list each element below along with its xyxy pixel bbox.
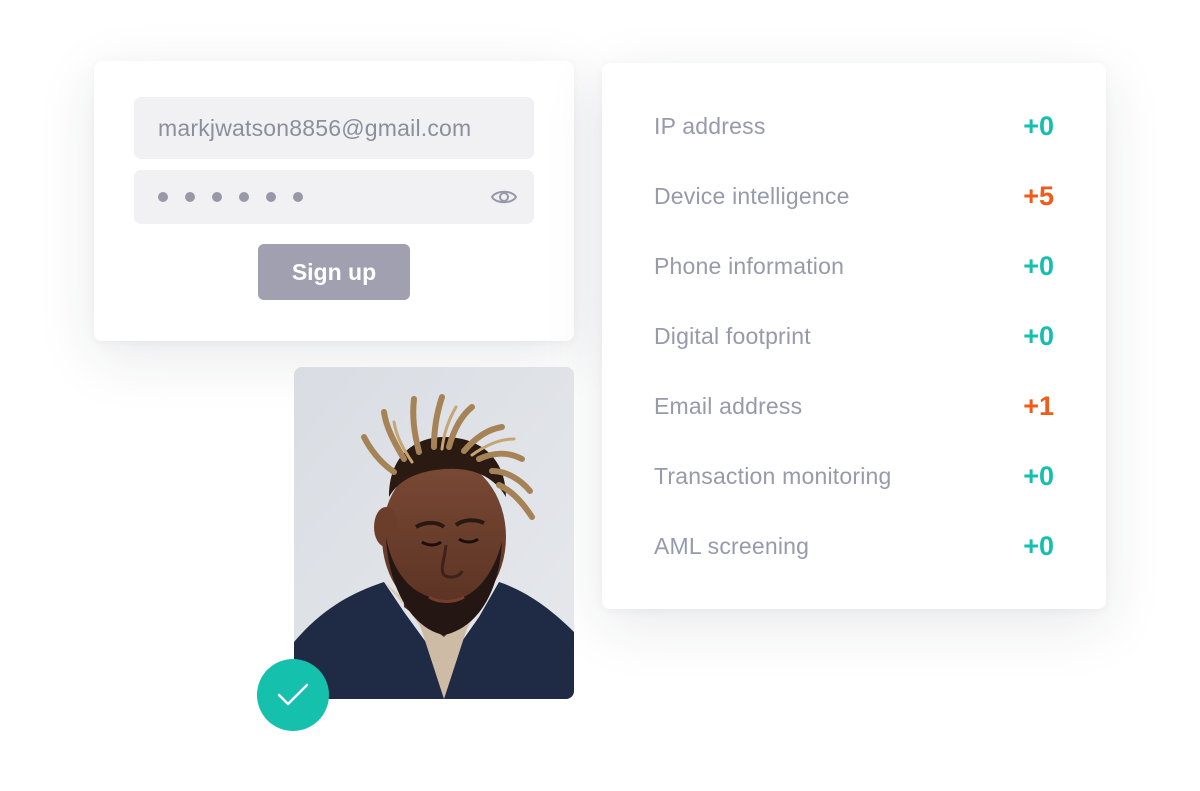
password-field[interactable] (134, 170, 534, 224)
risk-row-transaction-monitoring: Transaction monitoring +0 (654, 456, 1054, 496)
signup-button[interactable]: Sign up (258, 244, 410, 300)
password-dot (266, 192, 276, 202)
risk-label: Transaction monitoring (654, 462, 892, 489)
risk-row-email-address: Email address +1 (654, 386, 1054, 426)
checkmark-icon (277, 683, 309, 706)
email-field[interactable]: markjwatson8856@gmail.com (134, 97, 534, 159)
password-dot (158, 192, 168, 202)
risk-row-ip-address: IP address +0 (654, 106, 1054, 146)
risk-row-digital-footprint: Digital footprint +0 (654, 316, 1054, 356)
password-dot (239, 192, 249, 202)
signup-card: markjwatson8856@gmail.com Sign up (94, 61, 574, 341)
risk-label: Digital footprint (654, 322, 811, 349)
risk-row-phone-information: Phone information +0 (654, 246, 1054, 286)
user-portrait-photo (294, 367, 574, 699)
password-dot (185, 192, 195, 202)
risk-score: +0 (1023, 320, 1054, 351)
risk-label: Phone information (654, 252, 845, 279)
risk-label: Device intelligence (654, 182, 850, 209)
email-value: markjwatson8856@gmail.com (158, 114, 472, 141)
risk-row-device-intelligence: Device intelligence +5 (654, 176, 1054, 216)
risk-score: +5 (1023, 180, 1054, 211)
verification-illustration: markjwatson8856@gmail.com Sign up IP add… (0, 0, 1200, 791)
risk-label: AML screening (654, 532, 810, 559)
password-dot (293, 192, 303, 202)
verified-badge (257, 659, 329, 731)
password-dot (212, 192, 222, 202)
portrait-illustration (294, 367, 574, 699)
eye-icon[interactable] (490, 184, 518, 210)
risk-score: +1 (1023, 390, 1054, 421)
risk-score: +0 (1023, 110, 1054, 141)
risk-label: IP address (654, 112, 766, 139)
risk-label: Email address (654, 392, 803, 419)
risk-score-card: IP address +0 Device intelligence +5 Pho… (602, 63, 1106, 609)
risk-score: +0 (1023, 460, 1054, 491)
risk-row-aml-screening: AML screening +0 (654, 526, 1054, 566)
risk-score: +0 (1023, 250, 1054, 281)
risk-score: +0 (1023, 530, 1054, 561)
password-mask (158, 192, 320, 202)
